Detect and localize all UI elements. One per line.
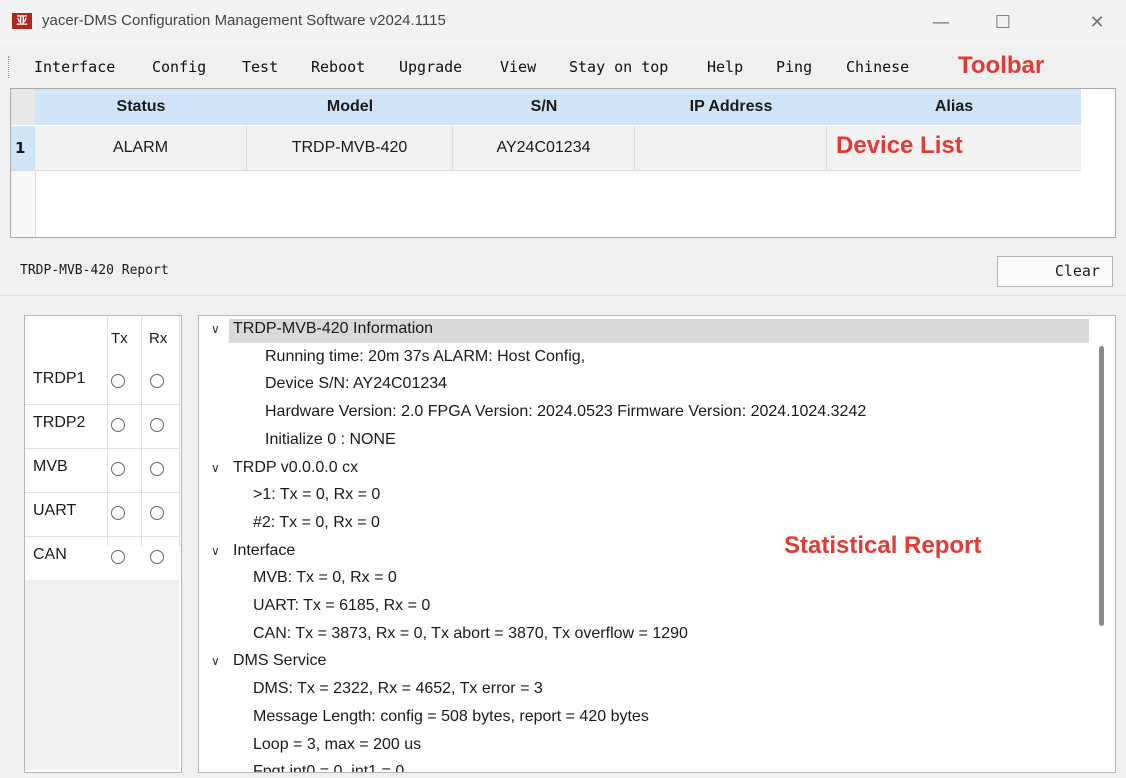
column-header-model[interactable]: Model [247,89,453,125]
menu-interface[interactable]: Interface [34,58,115,76]
tree-item[interactable]: Device S/N: AY24C01234 [265,375,447,393]
tx-indicator [111,418,125,432]
tree-item[interactable]: DMS: Tx = 2322, Rx = 4652, Tx error = 3 [253,680,543,698]
tree-item[interactable]: Initialize 0 : NONE [265,431,396,449]
menu-chinese[interactable]: Chinese [846,58,909,76]
channel-label: TRDP2 [33,414,86,431]
cell-model[interactable]: TRDP-MVB-420 [247,126,453,170]
divider [0,295,1126,296]
report-title: TRDP-MVB-420 Report [20,263,169,278]
channel-label: MVB [33,458,68,475]
cell-status[interactable]: ALARM [35,126,247,170]
channel-label: TRDP1 [33,370,86,387]
close-button[interactable]: ✕ [1074,6,1120,40]
menu-config[interactable]: Config [152,58,206,76]
app-logo-icon: 亚 [12,13,32,29]
column-divider [179,316,180,546]
tx-indicator [111,462,125,476]
menu-help[interactable]: Help [707,58,743,76]
channel-label: CAN [33,546,67,563]
tree-item[interactable]: #2: Tx = 0, Rx = 0 [253,514,380,532]
menu-stay-on-top[interactable]: Stay on top [569,58,668,76]
table-header: Status Model S/N IP Address Alias [11,89,1081,125]
menu-reboot[interactable]: Reboot [311,58,365,76]
tree-item[interactable]: UART: Tx = 6185, Rx = 0 [253,597,430,615]
tree-section-header[interactable]: Interface [233,542,295,560]
rx-header: Rx [149,330,168,347]
device-list-table: Status Model S/N IP Address Alias 1 ALAR… [10,88,1116,238]
minimize-button[interactable]: — [918,6,964,40]
chevron-down-icon[interactable]: ∨ [211,322,220,336]
tree-section-header[interactable]: TRDP v0.0.0.0 cx [233,459,358,477]
io-row-can: CAN [25,536,179,580]
menu-ping[interactable]: Ping [776,58,812,76]
tree-item[interactable]: Running time: 20m 37s ALARM: Host Config… [265,348,585,366]
statistical-report-annotation: Statistical Report [784,532,982,559]
rx-indicator [150,550,164,564]
tree-item[interactable]: >1: Tx = 0, Rx = 0 [253,486,380,504]
toolbar-grip[interactable] [8,56,11,78]
chevron-down-icon[interactable]: ∨ [211,654,220,668]
rx-indicator [150,374,164,388]
tree-section-header[interactable]: DMS Service [233,652,326,670]
channel-label: UART [33,502,77,519]
row-header-strip [11,171,36,237]
io-row-trdp2: TRDP2 [25,404,179,449]
menu-view[interactable]: View [500,58,536,76]
io-panel-empty [25,580,179,770]
cell-sn[interactable]: AY24C01234 [453,126,635,170]
clear-button[interactable]: Clear [997,256,1113,287]
tree-item[interactable]: Loop = 3, max = 200 us [253,736,421,754]
tree-item[interactable]: Fpgt int0 = 0, int1 = 0 [253,763,404,772]
io-status-panel: Tx Rx TRDP1 TRDP2 MVB UART CAN [24,315,182,773]
chevron-down-icon[interactable]: ∨ [211,544,220,558]
rx-indicator [150,418,164,432]
tree-section-header[interactable]: TRDP-MVB-420 Information [233,320,433,338]
cell-ip[interactable] [635,126,827,170]
io-row-uart: UART [25,492,179,537]
tree-item[interactable]: CAN: Tx = 3873, Rx = 0, Tx abort = 3870,… [253,625,688,643]
column-header-sn[interactable]: S/N [453,89,635,125]
title-bar: 亚 yacer-DMS Configuration Management Sof… [0,0,1126,44]
tx-header: Tx [111,330,128,347]
tree-item[interactable]: MVB: Tx = 0, Rx = 0 [253,569,397,587]
menu-test[interactable]: Test [242,58,278,76]
menu-upgrade[interactable]: Upgrade [399,58,462,76]
chevron-down-icon[interactable]: ∨ [211,461,220,475]
rx-indicator [150,506,164,520]
column-header-status[interactable]: Status [35,89,247,125]
scrollbar-thumb[interactable] [1099,346,1104,626]
tx-indicator [111,374,125,388]
io-row-trdp1: TRDP1 [25,360,179,405]
toolbar-annotation: Toolbar [958,52,1045,79]
row-number-header [11,89,35,125]
column-header-alias[interactable]: Alias [827,89,1081,125]
tree-item[interactable]: Hardware Version: 2.0 FPGA Version: 2024… [265,403,866,421]
device-list-annotation: Device List [836,132,963,159]
tree-item[interactable]: Message Length: config = 508 bytes, repo… [253,708,649,726]
io-row-mvb: MVB [25,448,179,493]
column-header-ip[interactable]: IP Address [635,89,827,125]
maximize-button[interactable]: ☐ [980,6,1026,40]
tx-indicator [111,550,125,564]
row-number: 1 [11,126,35,170]
rx-indicator [150,462,164,476]
tx-indicator [111,506,125,520]
window-title: yacer-DMS Configuration Management Softw… [42,12,446,29]
